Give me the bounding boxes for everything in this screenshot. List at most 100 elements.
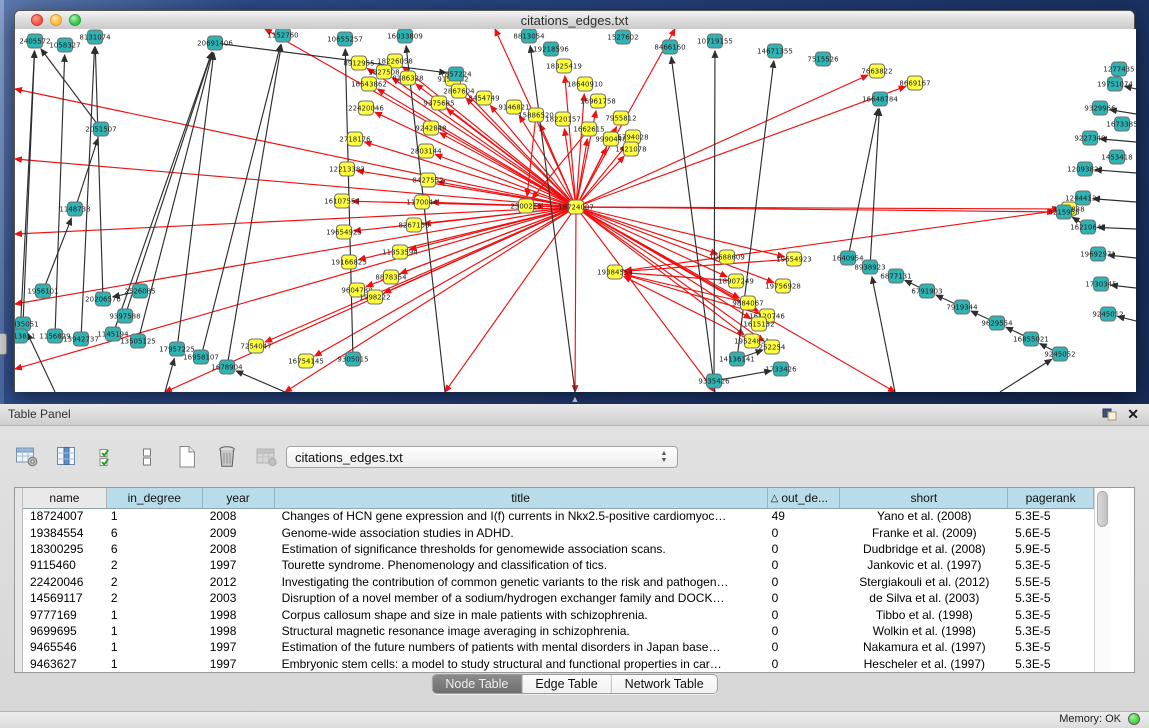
graph-node[interactable]: 1421078 [615, 142, 646, 156]
graph-node[interactable]: 14671355 [757, 44, 793, 58]
row-checklist-icon[interactable] [94, 444, 120, 470]
table-row[interactable]: 911546021997Tourette syndrome. Phenomeno… [23, 557, 1094, 573]
graph-edge[interactable] [236, 371, 285, 392]
graph-node[interactable]: 16033809 [387, 29, 423, 43]
graph-node[interactable]: 8131074 [79, 30, 111, 44]
graph-edge[interactable] [15, 207, 576, 234]
graph-node[interactable]: 1058327 [49, 38, 80, 52]
graph-node[interactable]: 9305015 [337, 352, 368, 366]
graph-node[interactable]: 2803144 [410, 144, 442, 158]
graph-edge[interactable] [95, 47, 103, 299]
graph-node[interactable]: 19692971 [1080, 247, 1116, 261]
table-row[interactable]: 1830029562008Estimation of significance … [23, 541, 1094, 557]
graph-node[interactable]: 1277435 [1103, 62, 1134, 76]
close-panel-icon[interactable]: ✕ [1127, 406, 1139, 422]
graph-edge[interactable] [15, 207, 576, 369]
graph-node[interactable]: 2526085 [124, 284, 155, 298]
graph-edge[interactable] [138, 53, 212, 341]
graph-node[interactable]: 8669167 [899, 76, 930, 90]
graph-edge[interactable] [872, 277, 895, 392]
graph-node[interactable]: 12093822 [1067, 162, 1103, 176]
graph-node[interactable]: 1527602 [607, 30, 638, 44]
graph-node[interactable]: 19166825 [331, 255, 367, 269]
graph-node[interactable]: 16107554 [324, 194, 360, 208]
graph-node[interactable]: 1730345 [1085, 277, 1116, 291]
graph-edge[interactable] [576, 94, 584, 207]
column-header-short[interactable]: short [840, 488, 1008, 508]
graph-node[interactable]: 8427552 [412, 173, 443, 187]
graph-edge[interactable] [576, 207, 727, 277]
graph-edge[interactable] [575, 207, 576, 392]
graph-edge[interactable] [41, 49, 101, 129]
graph-node[interactable]: 1453418 [1101, 150, 1132, 164]
column-header-year[interactable]: year [203, 488, 275, 508]
graph-node[interactable]: 10719155 [697, 34, 733, 48]
graph-node[interactable]: 1956101 [27, 284, 58, 298]
graph-node[interactable]: 19751074 [1097, 77, 1133, 91]
graph-node[interactable]: 16855021 [1013, 332, 1049, 346]
graph-node[interactable]: 9245052 [1044, 347, 1075, 361]
graph-node[interactable]: 18325419 [546, 59, 582, 73]
graph-edge[interactable] [165, 359, 174, 392]
graph-node[interactable]: 20691406 [197, 36, 233, 50]
table-settings-icon[interactable] [14, 444, 40, 470]
new-document-icon[interactable] [174, 444, 200, 470]
graph-node[interactable]: 9329966 [1084, 101, 1116, 115]
window-titlebar[interactable]: citations_edges.txt [15, 11, 1134, 30]
graph-node[interactable]: 8466160 [654, 40, 685, 54]
table-row[interactable]: 1872400712008Changes of HCN gene express… [23, 508, 1094, 524]
graph-edge[interactable] [1000, 359, 1052, 392]
graph-node[interactable]: 19654925 [326, 225, 362, 239]
graph-edge[interactable] [445, 207, 576, 392]
graph-edge[interactable] [201, 45, 281, 357]
graph-node[interactable]: 9245012 [1092, 307, 1123, 321]
delete-icon[interactable] [214, 444, 240, 470]
table-row[interactable]: 1456911722003Disruption of a novel membe… [23, 590, 1094, 606]
scrollbar-thumb[interactable] [1097, 491, 1108, 527]
graph-node[interactable]: 7955812 [605, 111, 636, 125]
graph-node[interactable]: 22420046 [348, 101, 384, 115]
graph-edge[interactable] [870, 109, 879, 267]
graph-node[interactable]: 1673385 [1106, 117, 1136, 131]
table-row[interactable]: 1938455462009Genome-wide association stu… [23, 524, 1094, 540]
graph-node[interactable]: 10655257 [327, 32, 363, 46]
graph-edge[interactable] [227, 45, 281, 367]
panel-splitter-handle[interactable]: ▲ [569, 395, 581, 403]
graph-node[interactable]: 9375685 [423, 96, 454, 110]
table-select-dropdown[interactable]: citations_edges.txt ▲▼ [286, 446, 678, 468]
table-row[interactable]: 969969511998Structural magnetic resonanc… [23, 623, 1094, 639]
vertical-scrollbar[interactable] [1094, 488, 1110, 672]
network-graph[interactable]: 1872400719384554271817612213383161075541… [15, 29, 1136, 392]
graph-edge[interactable] [435, 154, 576, 207]
graph-node[interactable]: 3913811 [15, 329, 36, 343]
graph-node[interactable]: 16754145 [288, 354, 324, 368]
graph-node[interactable]: 7515526 [807, 52, 839, 66]
tab-edge-table[interactable]: Edge Table [522, 675, 611, 693]
graph-node[interactable]: 8813054 [513, 29, 545, 43]
graph-node[interactable]: 16961758 [580, 94, 616, 108]
table-row[interactable]: 946362711997Embryonic stem cells: a mode… [23, 656, 1094, 672]
graph-edge[interactable] [714, 51, 715, 381]
graph-node[interactable]: 1152760 [267, 29, 298, 42]
table-row[interactable]: 977716911998Corpus callosum shape and si… [23, 606, 1094, 622]
graph-node[interactable]: 1733426 [765, 362, 797, 376]
column-header-pagerank[interactable]: pagerank [1008, 488, 1094, 508]
show-columns-icon[interactable] [54, 444, 80, 470]
graph-node[interactable]: 16210643 [1070, 220, 1106, 234]
graph-node[interactable]: 9227349 [1074, 131, 1105, 145]
table-row[interactable]: 946554611997Estimation of the future num… [23, 639, 1094, 655]
graph-node[interactable]: 18640910 [567, 77, 603, 91]
float-panel-icon[interactable] [1102, 407, 1117, 421]
column-header-name[interactable]: name [23, 488, 107, 508]
memory-status-indicator[interactable] [1128, 713, 1140, 725]
graph-node[interactable]: 8267150 [398, 218, 429, 232]
hidden-panel-tab[interactable] [0, 333, 7, 355]
graph-node[interactable]: 12213383 [329, 162, 365, 176]
graph-edge[interactable] [75, 139, 98, 209]
graph-node[interactable]: 14136141 [719, 352, 755, 366]
tab-network-table[interactable]: Network Table [612, 675, 717, 693]
graph-node[interactable]: 1148738 [59, 202, 90, 216]
tab-node-table[interactable]: Node Table [432, 675, 522, 693]
graph-node[interactable]: 1170044 [406, 195, 438, 209]
graph-edge[interactable] [530, 46, 575, 392]
